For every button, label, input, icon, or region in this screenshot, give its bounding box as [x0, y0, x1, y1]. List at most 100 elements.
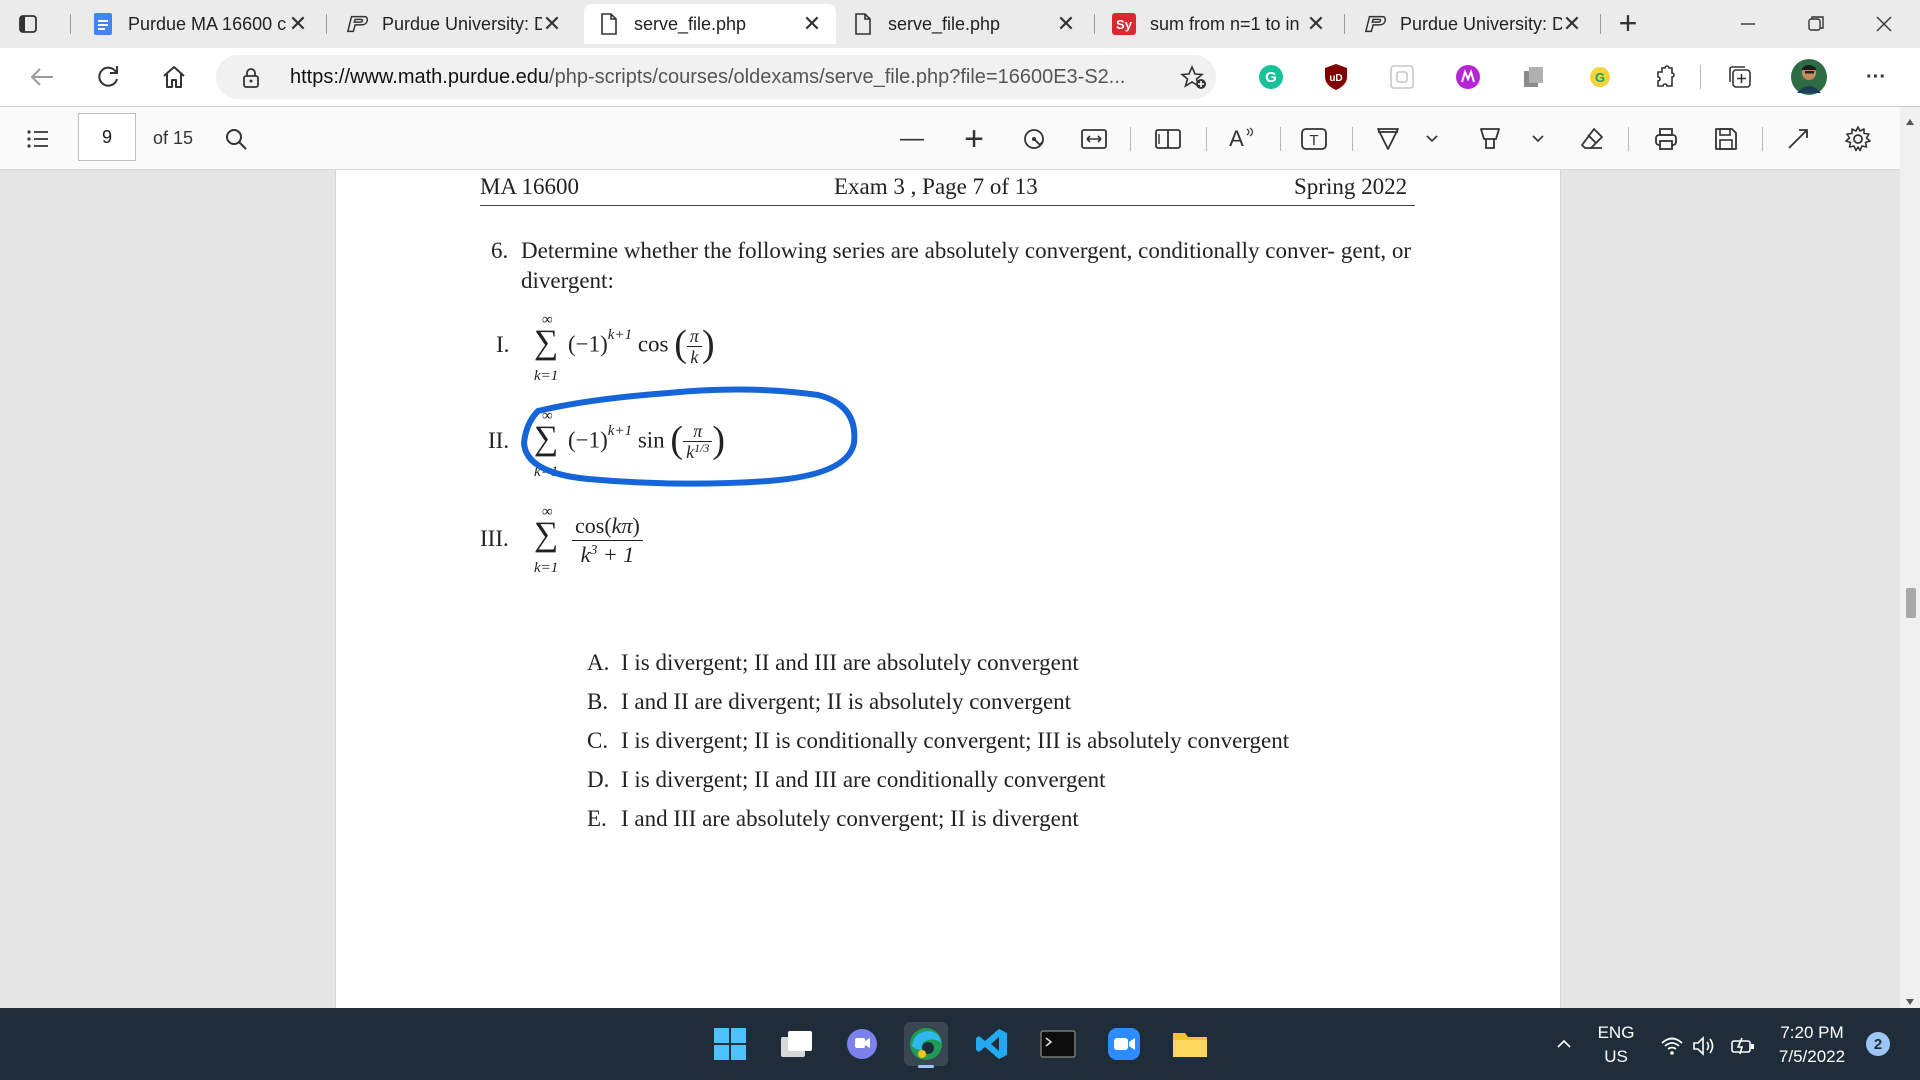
tab-close-icon[interactable]: ✕: [288, 11, 308, 36]
home-button[interactable]: [158, 61, 190, 93]
terminal-icon[interactable]: [1036, 1022, 1080, 1066]
draw-dropdown-chevron-icon[interactable]: [1422, 123, 1442, 155]
tab-serve-file-2[interactable]: serve_file.php ✕: [838, 4, 1090, 44]
tab-title: sum from n=1 to in: [1150, 13, 1300, 34]
battery-icon[interactable]: [1730, 1036, 1756, 1061]
grammarly-icon[interactable]: G: [1257, 63, 1285, 91]
grammarly-yellow-icon[interactable]: G: [1586, 63, 1614, 91]
zoom-in-button[interactable]: +: [958, 120, 990, 158]
add-favorite-icon[interactable]: [1179, 64, 1208, 96]
clock-time[interactable]: 7:20 PM: [1764, 1023, 1860, 1043]
page-view-icon[interactable]: [1152, 123, 1184, 155]
extensions-puzzle-icon[interactable]: [1652, 63, 1680, 91]
tab-purdue-university-2[interactable]: Purdue University: D ✕: [1350, 4, 1596, 44]
extension-box-icon[interactable]: [1388, 63, 1416, 91]
tab-close-icon[interactable]: ✕: [542, 11, 562, 36]
extension-purple-icon[interactable]: [1454, 63, 1482, 91]
fit-width-icon[interactable]: [1078, 123, 1110, 155]
task-view-icon[interactable]: [774, 1022, 818, 1066]
series-roman: III.: [480, 526, 509, 551]
profile-avatar[interactable]: [1790, 58, 1828, 96]
zoom-app-icon[interactable]: [1102, 1022, 1146, 1066]
zoom-out-button[interactable]: —: [896, 123, 928, 155]
volume-icon[interactable]: [1692, 1036, 1720, 1061]
extension-copy-icon[interactable]: [1520, 63, 1548, 91]
page-number-input[interactable]: 9: [78, 113, 136, 161]
toolbar-separator: [1762, 127, 1763, 151]
table-of-contents-icon[interactable]: [22, 123, 54, 155]
url-field[interactable]: https://www.math.purdue.edu/php-scripts/…: [216, 55, 1216, 99]
eraser-icon[interactable]: [1576, 123, 1608, 155]
tab-purdue-ma16600[interactable]: Purdue MA 16600 c ✕: [78, 4, 322, 44]
choice-a: A. I is divergent; II and III are absolut…: [587, 650, 1079, 676]
read-aloud-button[interactable]: A: [1226, 123, 1258, 155]
tab-title: Purdue University: D: [382, 13, 542, 34]
show-hidden-icons-chevron-icon[interactable]: [1544, 1026, 1584, 1062]
question-number: 6.: [491, 238, 509, 263]
choice-letter: B.: [587, 689, 609, 714]
tab-title: Purdue University: D: [1400, 13, 1562, 34]
tab-title: serve_file.php: [634, 13, 747, 34]
close-window-button[interactable]: [1864, 8, 1904, 40]
back-button[interactable]: [26, 61, 58, 93]
tab-symbolab[interactable]: Sy sum from n=1 to in ✕: [1098, 4, 1340, 44]
question-text: Determine whether the following series a…: [521, 238, 1412, 293]
windows-start-icon[interactable]: [708, 1022, 752, 1066]
file-explorer-icon[interactable]: [1168, 1022, 1212, 1066]
tab-separator: [70, 14, 71, 34]
language-code[interactable]: ENG: [1586, 1023, 1646, 1043]
tab-purdue-university-1[interactable]: Purdue University: D ✕: [332, 4, 576, 44]
google-docs-icon: [92, 13, 114, 35]
sigma-symbol: ∑: [534, 516, 559, 553]
url-host: https://www.math.purdue.edu: [290, 66, 550, 88]
wifi-icon[interactable]: [1660, 1036, 1684, 1061]
print-icon[interactable]: [1650, 123, 1682, 155]
choice-letter: C.: [587, 728, 609, 753]
read-aloud-label: A: [1229, 126, 1244, 151]
vscode-icon[interactable]: [970, 1022, 1014, 1066]
toolbar-separator: [1280, 127, 1281, 151]
edge-browser-icon[interactable]: [904, 1022, 948, 1068]
restore-button[interactable]: [1796, 8, 1836, 40]
highlight-icon[interactable]: [1474, 123, 1506, 155]
tab-close-icon[interactable]: ✕: [1056, 11, 1076, 36]
notification-badge[interactable]: 2: [1866, 1032, 1890, 1056]
toolbar-separator: [1628, 127, 1629, 151]
teams-chat-icon[interactable]: [840, 1022, 884, 1066]
header-term: Spring 2022: [1294, 174, 1408, 199]
clock-date[interactable]: 7/5/2022: [1764, 1047, 1860, 1067]
search-icon[interactable]: [220, 123, 252, 155]
refresh-button[interactable]: [92, 61, 124, 93]
region-code[interactable]: US: [1586, 1047, 1646, 1067]
choice-letter: A.: [587, 650, 610, 675]
series-term: cos(kπ) k3 + 1: [572, 512, 643, 573]
add-text-button[interactable]: T: [1298, 123, 1330, 155]
pdf-viewer[interactable]: MA 16600 Exam 3 , Page 7 of 13 Spring 20…: [0, 170, 1900, 1008]
scroll-up-icon[interactable]: [1905, 113, 1915, 131]
tab-actions-icon[interactable]: [14, 10, 42, 38]
symbolab-icon: Sy: [1112, 13, 1136, 35]
tab-serve-file-active[interactable]: serve_file.php ✕: [584, 4, 836, 44]
draw-icon[interactable]: [1372, 123, 1404, 155]
minimize-button[interactable]: [1728, 8, 1768, 40]
ublock-origin-icon[interactable]: uD: [1322, 63, 1350, 91]
toolbar-separator: [1130, 127, 1131, 151]
scrollbar-thumb[interactable]: [1906, 588, 1916, 618]
save-icon[interactable]: [1710, 123, 1742, 155]
pdf-settings-gear-icon[interactable]: [1842, 123, 1874, 155]
choice-text: I and III are absolutely convergent; II …: [621, 806, 1079, 831]
new-tab-button[interactable]: +: [1612, 7, 1644, 40]
full-screen-icon[interactable]: [1782, 123, 1814, 155]
rotate-icon[interactable]: [1018, 123, 1050, 155]
vertical-scrollbar[interactable]: [1900, 107, 1920, 1008]
annotation-circle: [520, 386, 858, 487]
collections-icon[interactable]: [1726, 63, 1754, 91]
tab-close-icon[interactable]: ✕: [1562, 11, 1582, 36]
highlight-dropdown-chevron-icon[interactable]: [1528, 123, 1548, 155]
lock-icon[interactable]: [242, 67, 260, 94]
address-bar-row: https://www.math.purdue.edu/php-scripts/…: [0, 48, 1920, 107]
tab-separator: [1344, 14, 1345, 34]
tab-close-icon[interactable]: ✕: [1306, 11, 1326, 36]
tab-close-icon[interactable]: ✕: [802, 11, 822, 36]
settings-more-button[interactable]: ···: [1862, 63, 1890, 91]
